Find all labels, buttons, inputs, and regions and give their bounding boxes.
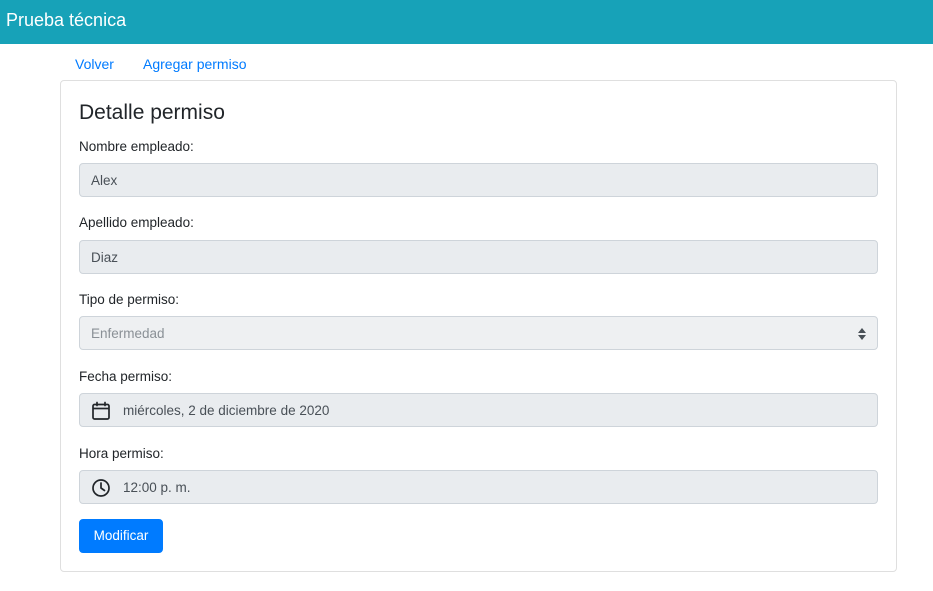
employee-last-name-label: Apellido empleado: [79,215,194,230]
employee-first-name-field[interactable]: Alex [79,163,878,197]
permission-date-value: miércoles, 2 de diciembre de 2020 [123,403,330,418]
calendar-icon [92,401,110,420]
permission-date-label: Fecha permiso: [79,369,173,384]
navbar-brand[interactable]: Prueba técnica [6,9,126,31]
back-link[interactable]: Volver [75,54,114,74]
page-title: Detalle permiso [79,101,225,124]
employee-first-name-label: Nombre empleado: [79,139,194,154]
permission-type-select[interactable]: Enfermedad [79,316,878,350]
top-navbar: Prueba técnica [0,0,933,44]
employee-last-name-value: Diaz [91,250,119,265]
permission-time-label: Hora permiso: [79,446,164,461]
add-permission-link[interactable]: Agregar permiso [143,54,247,74]
permission-detail-card: Detalle permiso Nombre empleado: Alex Ap… [60,80,897,572]
modify-button[interactable]: Modificar [79,519,163,553]
permission-time-field[interactable]: 12:00 p. m. [79,470,878,504]
employee-last-name-field[interactable]: Diaz [79,240,878,274]
permission-type-label: Tipo de permiso: [79,292,180,307]
employee-first-name-value: Alex [91,173,118,188]
clock-icon [92,479,110,497]
permission-type-value: Enfermedad [91,326,165,341]
permission-time-value: 12:00 p. m. [123,480,191,495]
permission-date-field[interactable]: miércoles, 2 de diciembre de 2020 [79,393,878,427]
select-arrows-icon [858,328,866,340]
